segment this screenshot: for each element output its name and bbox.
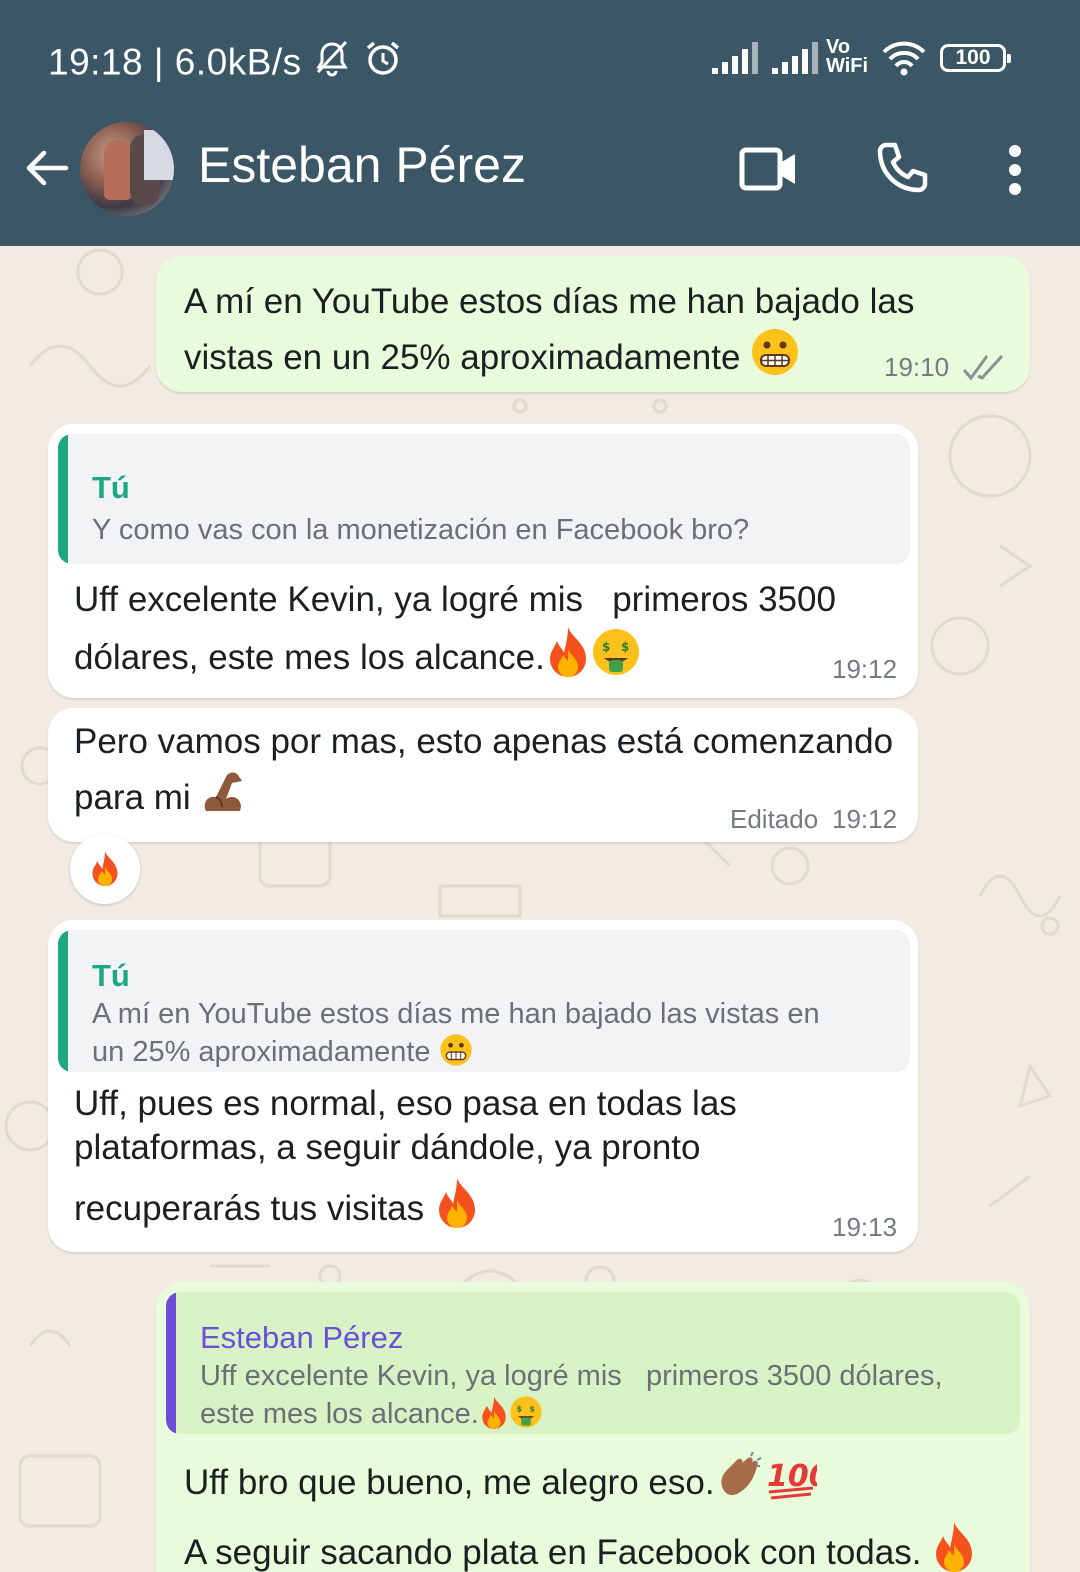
message-line: vistas en un 25% aproximadamente [184,338,741,377]
message-line: A seguir sacando plata en Facebook con t… [184,1533,922,1572]
fire-emoji-icon [545,625,591,691]
message-line: A mí en YouTube estos días me han bajado… [184,282,915,321]
quoted-line: un 25% aproximadamente [92,1036,431,1068]
quoted-author: Esteban Pérez [200,1320,404,1355]
svg-text:$: $ [516,1403,522,1413]
message-time: 19:10 [884,352,950,382]
vowifi-bottom: WiFi [826,55,869,77]
message-bubble-incoming[interactable]: Tú Y como vas con la monetización en Fac… [48,424,918,698]
quoted-message[interactable]: Esteban Pérez Uff excelente Kevin, ya lo… [166,1292,1020,1434]
quoted-line: este mes los alcance. [200,1398,479,1430]
avatar[interactable] [80,122,174,216]
signal-icon [770,38,820,83]
status-time-speed: 19:18 | 6.0kB/s [48,41,302,83]
signal-icon [710,38,760,83]
quoted-author: Tú [92,958,130,993]
reaction-badge[interactable] [70,834,140,904]
chat-area[interactable]: A mí en YouTube estos días me han bajado… [0,246,1080,1572]
quoted-text: Y como vas con la monetización en Facebo… [92,514,750,546]
flexed-biceps-emoji-icon [200,767,250,831]
fire-emoji-icon [89,849,121,892]
app-header: 19:18 | 6.0kB/s Vo WiFi 100 Esteban Pére… [0,0,1080,246]
quoted-text: A mí en YouTube estos días me han bajado… [92,996,902,1072]
grimacing-face-emoji-icon [439,1033,473,1072]
message-time: 19:12 [832,654,898,684]
message-line: recuperarás tus visitas [74,1189,425,1228]
message-line: plataformas, a seguir dándole, ya pronto [74,1128,701,1167]
message-text: Uff excelente Kevin, ya logré mis primer… [74,574,904,691]
quoted-line: A mí en YouTube estos días me han bajado… [92,998,820,1030]
more-vertical-icon[interactable] [1004,144,1026,201]
quoted-text: Uff excelente Kevin, ya logré mis primer… [200,1358,1010,1434]
message-text: Uff, pues es normal, eso pasa en todas l… [74,1082,904,1239]
message-line: para mi [74,778,191,817]
message-bubble-incoming[interactable]: Pero vamos por mas, esto apenas está com… [48,708,918,842]
message-line: Pero vamos por mas, esto apenas está com… [74,722,894,761]
vowifi-label: Vo WiFi [826,37,876,77]
message-text: A mí en YouTube estos días me han bajado… [184,276,1004,391]
fire-emoji-icon [434,1176,480,1239]
battery-level: 100 [955,46,991,69]
grimacing-face-emoji-icon [750,327,800,391]
svg-text:$: $ [602,640,610,654]
message-line: Uff, pues es normal, eso pasa en todas l… [74,1084,737,1123]
edited-label: Editado [730,804,819,834]
back-arrow-icon[interactable] [22,144,70,197]
status-bar: 19:18 | 6.0kB/s [48,38,403,87]
message-bubble-outgoing[interactable]: Esteban Pérez Uff excelente Kevin, ya lo… [156,1282,1030,1572]
message-bubble-outgoing[interactable]: A mí en YouTube estos días me han bajado… [156,256,1030,392]
clapping-hands-emoji-icon [715,1451,765,1520]
wifi-icon [880,38,928,83]
contact-name[interactable]: Esteban Pérez [198,136,526,194]
message-text: Uff bro que bueno, me alegro eso. 100 A s… [184,1451,1024,1572]
quoted-message[interactable]: Tú A mí en YouTube estos días me han baj… [58,930,910,1072]
money-mouth-face-emoji-icon: $ $ [509,1395,543,1434]
mute-bell-icon [312,40,363,86]
phone-icon[interactable] [872,140,930,203]
video-call-icon[interactable] [738,144,800,199]
message-line: dólares, este mes los alcance. [74,638,545,677]
message-line: Uff bro que bueno, me alegro eso. [184,1463,715,1502]
quoted-author: Tú [92,470,130,505]
battery-icon: 100 [940,44,1011,72]
fire-emoji-icon [931,1520,977,1572]
message-time: 19:12 [832,804,898,834]
svg-text:$: $ [529,1403,535,1413]
message-bubble-incoming[interactable]: Tú A mí en YouTube estos días me han baj… [48,920,918,1252]
quoted-line: Uff excelente Kevin, ya logré mis primer… [200,1360,943,1392]
message-line: Uff excelente Kevin, ya logré mis primer… [74,580,836,619]
money-mouth-face-emoji-icon: $ $ [591,627,641,691]
status-icons: Vo WiFi 100 [710,37,1020,84]
svg-text:$: $ [621,640,629,654]
double-check-icon [962,352,1008,387]
quoted-message[interactable]: Tú Y como vas con la monetización en Fac… [58,434,910,564]
message-time: 19:13 [832,1212,898,1242]
fire-emoji-icon [479,1395,509,1434]
chat-header: Esteban Pérez [0,118,1080,218]
hundred-points-emoji-icon: 100 [765,1452,829,1520]
alarm-icon [363,41,403,86]
